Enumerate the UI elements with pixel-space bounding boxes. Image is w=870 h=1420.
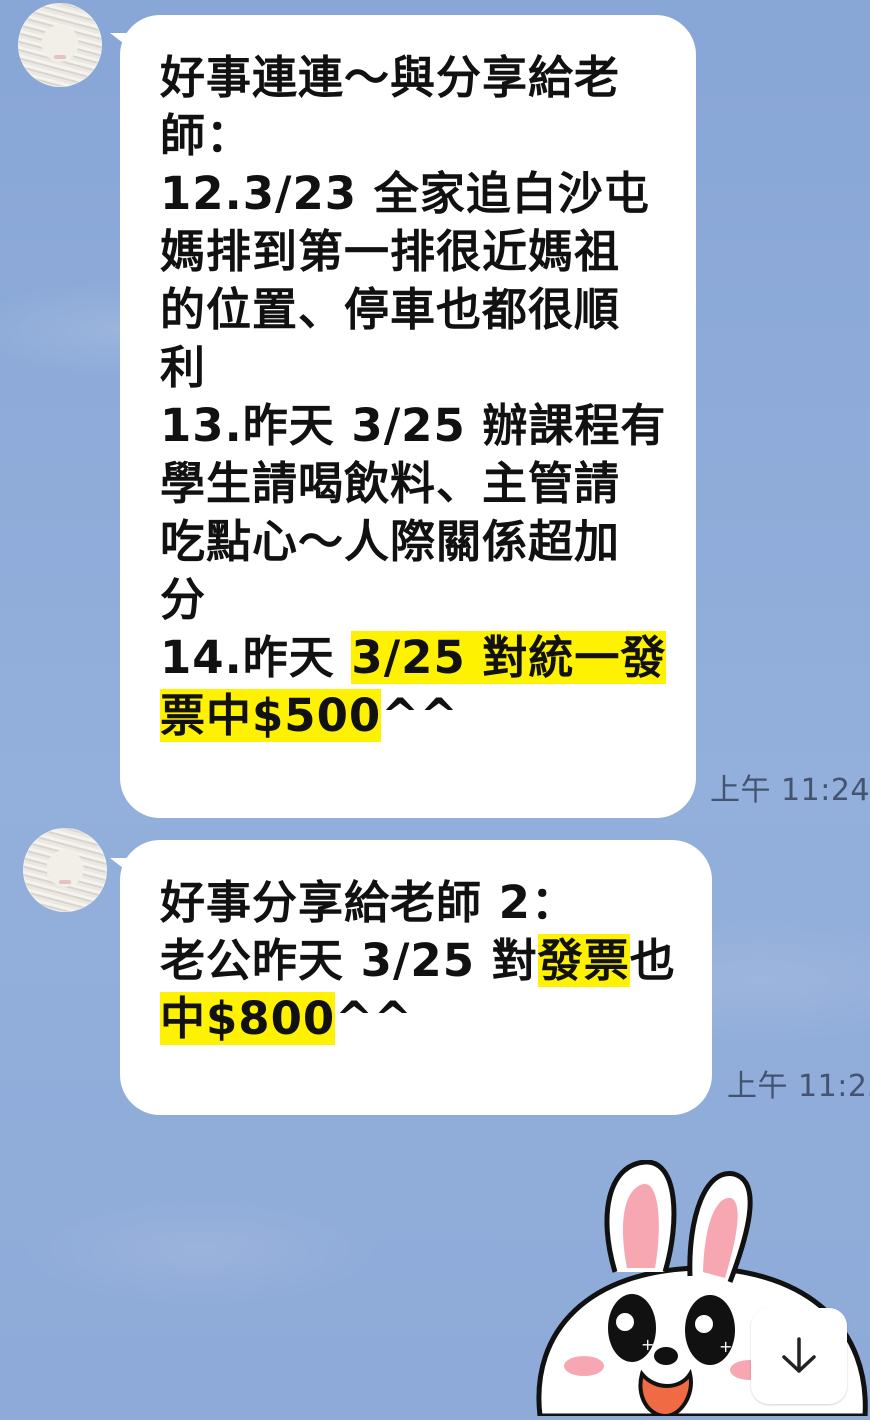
message-text-segment: 媽排到第一排很近媽祖 xyxy=(160,225,621,278)
message-text-segment: 吃點心～人際關係超加 xyxy=(160,515,621,568)
message-text-segment: 利 xyxy=(160,341,207,394)
message-line: 14.昨天 3/25 對統一發 xyxy=(160,629,678,687)
message-timestamp: 上午 11:24 xyxy=(710,773,870,808)
message-line: 學生請喝飲料、主管請 xyxy=(160,455,678,513)
highlighted-text: 中$800 xyxy=(160,992,336,1045)
message-bubble[interactable]: 好事分享給老師 2： 老公昨天 3/25 對發票也 中$800^^ xyxy=(120,840,712,1115)
message-text-segment: 12.3/23 全家追白沙屯 xyxy=(160,167,650,220)
svg-text:+: + xyxy=(719,1337,732,1356)
message-line: 的位置、停車也都很順 xyxy=(160,281,678,339)
highlighted-text: 票中$500 xyxy=(160,689,382,742)
message-line: 分 xyxy=(160,571,678,629)
message-text-segment: 也 xyxy=(629,934,676,987)
message-text-segment: 的位置、停車也都很順 xyxy=(160,283,621,336)
message-text-segment: 好事連連～與分享給老 xyxy=(160,51,621,104)
message-timestamp: 上午 11:25 xyxy=(727,1069,870,1104)
message-line: 好事連連～與分享給老 xyxy=(160,49,678,107)
message-line: 好事分享給老師 2： xyxy=(160,874,694,932)
arrow-down-icon xyxy=(782,1337,816,1373)
message-text: 好事分享給老師 2： 老公昨天 3/25 對發票也 中$800^^ xyxy=(160,874,694,1048)
message-text-segment: 14.昨天 xyxy=(160,631,352,684)
message-text-segment: 師： xyxy=(160,109,253,162)
message-line: 吃點心～人際關係超加 xyxy=(160,513,678,571)
message-text-segment: ^^ xyxy=(381,689,459,742)
message-text: 好事連連～與分享給老 師： 12.3/23 全家追白沙屯 媽排到第一排很近媽祖 的位置、… xyxy=(160,49,678,745)
message-line: 票中$500^^ xyxy=(160,687,678,745)
message-text-segment: ^^ xyxy=(335,992,413,1045)
message-line: 老公昨天 3/25 對發票也 xyxy=(160,932,694,990)
message-text-segment: 老公昨天 3/25 對 xyxy=(160,934,538,987)
message-line: 12.3/23 全家追白沙屯 xyxy=(160,165,678,223)
message-bubble[interactable]: 好事連連～與分享給老 師： 12.3/23 全家追白沙屯 媽排到第一排很近媽祖 的位置、… xyxy=(120,15,696,818)
svg-text:+: + xyxy=(641,1335,654,1354)
highlighted-text: 3/25 對統一發 xyxy=(351,631,667,684)
message-line: 13.昨天 3/25 辦課程有 xyxy=(160,397,678,455)
message-text-segment: 分 xyxy=(160,573,207,626)
highlighted-text: 發票 xyxy=(537,934,630,987)
message-line: 媽排到第一排很近媽祖 xyxy=(160,223,678,281)
message-text-segment: 好事分享給老師 2： xyxy=(160,876,577,929)
scroll-to-bottom-button[interactable] xyxy=(751,1308,847,1404)
message-text-segment: 學生請喝飲料、主管請 xyxy=(160,457,621,510)
sender-avatar[interactable] xyxy=(18,3,102,87)
message-line: 師： xyxy=(160,107,678,165)
sender-avatar[interactable] xyxy=(23,828,107,912)
message-line: 中$800^^ xyxy=(160,990,694,1048)
message-text-segment: 13.昨天 3/25 辦課程有 xyxy=(160,399,667,452)
message-line: 利 xyxy=(160,339,678,397)
